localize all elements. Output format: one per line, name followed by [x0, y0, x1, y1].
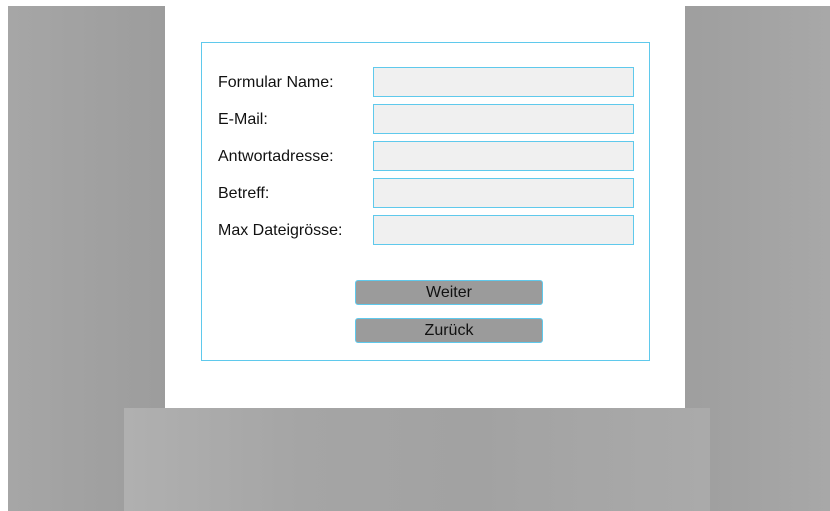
- subject-input[interactable]: [373, 178, 634, 208]
- subject-label: Betreff:: [218, 185, 270, 202]
- form-name-label: Formular Name:: [218, 74, 334, 91]
- lower-backdrop-band: [124, 408, 710, 511]
- back-button[interactable]: Zurück: [355, 318, 543, 343]
- next-button[interactable]: Weiter: [355, 280, 543, 305]
- max-file-size-input[interactable]: [373, 215, 634, 245]
- form-name-input[interactable]: [373, 67, 634, 97]
- max-file-size-label: Max Dateigrösse:: [218, 222, 343, 239]
- email-label: E-Mail:: [218, 111, 268, 128]
- reply-address-input[interactable]: [373, 141, 634, 171]
- reply-address-label: Antwortadresse:: [218, 148, 334, 165]
- email-input[interactable]: [373, 104, 634, 134]
